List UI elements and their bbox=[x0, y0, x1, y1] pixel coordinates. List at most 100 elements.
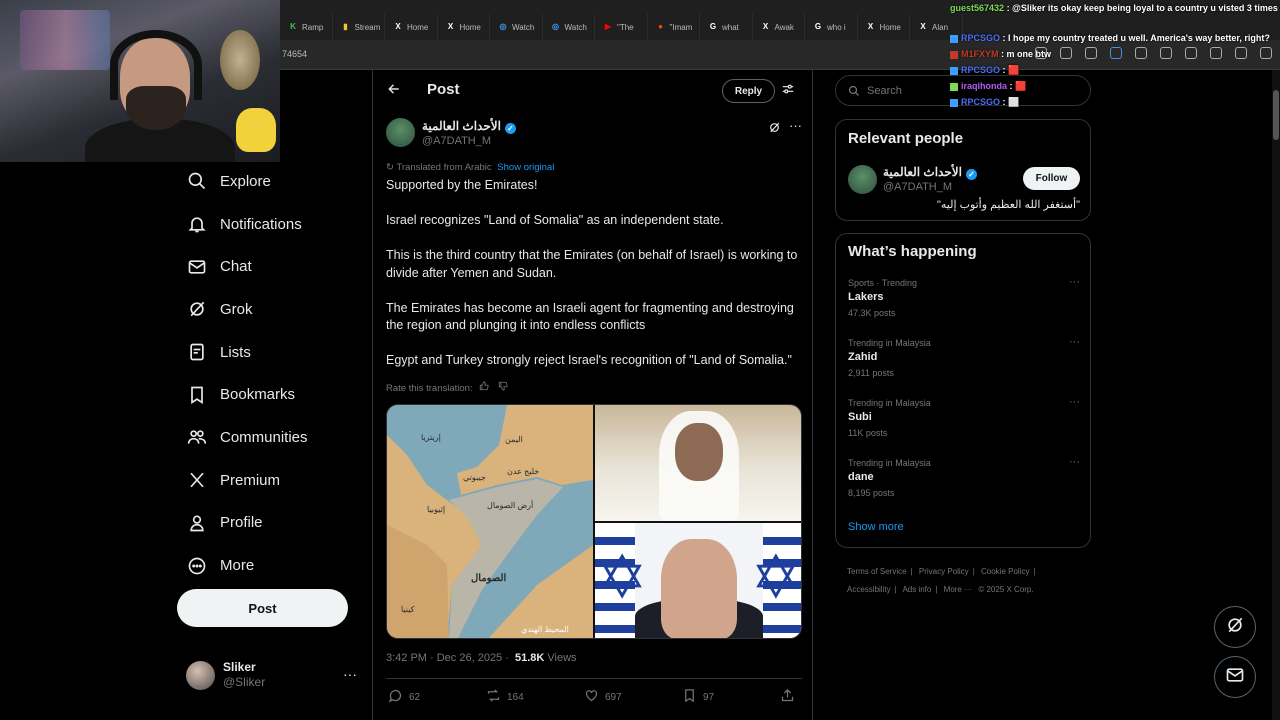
post-column: Post Reply الأحداث العالمية ✓ @A7DATH_M ·… bbox=[372, 70, 813, 720]
thumbs-up-icon[interactable] bbox=[479, 381, 492, 394]
post-button[interactable]: Post bbox=[177, 589, 348, 627]
thumbs-down-icon[interactable] bbox=[498, 381, 508, 394]
browser-tab[interactable]: ● "Imam bbox=[648, 14, 700, 40]
show-more-link[interactable]: Show more bbox=[848, 521, 904, 533]
privacy-link[interactable]: Privacy Policy bbox=[919, 567, 969, 576]
person-avatar[interactable] bbox=[848, 165, 877, 194]
reply-button[interactable]: Reply bbox=[722, 79, 775, 103]
nav-item-more[interactable]: More bbox=[178, 544, 358, 587]
more-icon[interactable]: ··· bbox=[789, 118, 802, 133]
grok-fab[interactable] bbox=[1214, 606, 1256, 648]
more-icon[interactable]: ··· bbox=[1069, 396, 1080, 408]
nav-item-profile[interactable]: Profile bbox=[178, 502, 358, 545]
browser-tab[interactable]: X Awak bbox=[753, 14, 805, 40]
account-switcher[interactable]: Sliker @Sliker ··· bbox=[186, 658, 361, 692]
browser-tab[interactable]: X Home bbox=[438, 14, 490, 40]
rate-translation: Rate this translation: bbox=[386, 381, 508, 394]
post-text: Supported by the Emirates! Israel recogn… bbox=[386, 177, 806, 387]
sliders-icon[interactable] bbox=[781, 82, 795, 99]
x-favicon-icon: X bbox=[447, 22, 454, 31]
browser-tab[interactable]: X Home bbox=[858, 14, 910, 40]
webcam-shelf bbox=[20, 10, 110, 70]
post-media[interactable]: اليمن إريتريا خليج عدن جيبوتي أرض الصوما… bbox=[386, 404, 802, 639]
reply-action[interactable]: 62 bbox=[388, 688, 420, 706]
x-favicon-icon: X bbox=[395, 22, 401, 31]
nav-item-grok[interactable]: Grok bbox=[178, 288, 358, 331]
author-avatar[interactable] bbox=[386, 118, 415, 147]
back-arrow-icon[interactable] bbox=[387, 82, 401, 100]
post-paragraph: This is the third country that the Emira… bbox=[386, 248, 798, 280]
share-action[interactable] bbox=[780, 688, 795, 706]
url-text[interactable]: 74654 bbox=[282, 49, 307, 59]
post-timestamp[interactable]: 3:42 PM · Dec 26, 2025 · bbox=[386, 652, 509, 664]
watch-favicon-icon: ◎ bbox=[552, 22, 559, 31]
ads-link[interactable]: Ads info bbox=[902, 585, 931, 594]
person-name[interactable]: الأحداث العالمية ✓ bbox=[883, 165, 977, 180]
like-action[interactable]: 697 bbox=[584, 688, 622, 706]
account-name: Sliker bbox=[223, 660, 256, 674]
grok-icon bbox=[1225, 615, 1245, 640]
trend-item[interactable]: Sports · Trending Lakers 47.3K posts ··· bbox=[848, 276, 1080, 334]
show-original-link[interactable]: Show original bbox=[497, 162, 554, 173]
nav-item-premium[interactable]: Premium bbox=[178, 459, 358, 502]
more-icon[interactable]: ··· bbox=[343, 666, 357, 682]
chat-text: : bbox=[1009, 81, 1013, 91]
nav-label: Lists bbox=[220, 343, 251, 361]
browser-tab[interactable]: ▶ "The bbox=[595, 14, 648, 40]
nav-item-explore[interactable]: Explore bbox=[178, 160, 358, 203]
browser-tab[interactable]: ◎ Watch bbox=[490, 14, 543, 40]
watch-favicon-icon: ◎ bbox=[499, 22, 507, 31]
photo-leader-1[interactable] bbox=[595, 405, 801, 521]
map-image[interactable]: اليمن إريتريا خليج عدن جيبوتي أرض الصوما… bbox=[387, 405, 593, 638]
browser-tab[interactable]: Gwho i bbox=[805, 14, 858, 40]
subscriber-badge-icon bbox=[950, 50, 958, 59]
heart-icon bbox=[584, 688, 599, 706]
grok-icon[interactable] bbox=[768, 121, 781, 137]
nav-item-chat[interactable]: Chat bbox=[178, 245, 358, 288]
chat-text: : I hope my country treated u well. Amer… bbox=[1002, 33, 1270, 43]
chat-username: RPCSGO bbox=[961, 33, 1001, 43]
chat-message: RPCSGO : I hope my country treated u wel… bbox=[950, 30, 1280, 46]
x-favicon-icon: X bbox=[867, 22, 874, 31]
bookmark-action[interactable]: 97 bbox=[682, 688, 714, 706]
browser-tab[interactable]: X Home bbox=[385, 14, 438, 40]
trend-category: Trending in Malaysia bbox=[848, 398, 931, 408]
more-icon[interactable]: ··· bbox=[1069, 456, 1080, 468]
browser-tab[interactable]: ▮ Stream bbox=[333, 14, 385, 40]
translate-icon: ↻ bbox=[386, 162, 394, 173]
grok-icon bbox=[186, 298, 208, 320]
like-count: 697 bbox=[605, 691, 622, 703]
map-label: أرض الصومال bbox=[487, 501, 534, 510]
trend-item[interactable]: Trending in Malaysia Subi 11K posts ··· bbox=[848, 396, 1080, 454]
more-icon[interactable]: ··· bbox=[1069, 336, 1080, 348]
browser-tab[interactable]: Gwhat bbox=[700, 14, 753, 40]
person-handle[interactable]: @A7DATH_M bbox=[883, 181, 952, 193]
accessibility-link[interactable]: Accessibility bbox=[847, 585, 891, 594]
nav-item-notifications[interactable]: Notifications bbox=[178, 203, 358, 246]
cookie-link[interactable]: Cookie Policy bbox=[981, 567, 1029, 576]
subscriber-badge-icon bbox=[950, 98, 958, 107]
terms-link[interactable]: Terms of Service bbox=[847, 567, 907, 576]
browser-tab[interactable]: K Ramp bbox=[280, 14, 333, 40]
nav-item-lists[interactable]: Lists bbox=[178, 331, 358, 374]
more-link[interactable]: More ··· bbox=[944, 585, 972, 594]
nav-item-communities[interactable]: Communities bbox=[178, 416, 358, 459]
map-label: اليمن bbox=[505, 435, 523, 444]
nav-item-bookmarks[interactable]: Bookmarks bbox=[178, 373, 358, 416]
trend-item[interactable]: Trending in Malaysia dane 8,195 posts ··… bbox=[848, 456, 1080, 514]
subscriber-badge-icon bbox=[950, 82, 958, 91]
trend-item[interactable]: Trending in Malaysia Zahid 2,911 posts ·… bbox=[848, 336, 1080, 394]
post-header: Post Reply bbox=[373, 70, 813, 110]
chat-username: RPCSGO bbox=[961, 97, 1001, 107]
footer-links: Terms of Service | Privacy Policy | Cookie… bbox=[847, 567, 1036, 594]
verified-badge-icon: ✓ bbox=[965, 169, 977, 180]
author-handle[interactable]: @A7DATH_M bbox=[422, 135, 491, 147]
more-icon[interactable]: ··· bbox=[1069, 276, 1080, 288]
photo-leader-2[interactable]: ✡ ✡ bbox=[595, 523, 801, 638]
author-name[interactable]: الأحداث العالمية ✓ bbox=[422, 119, 516, 134]
repost-action[interactable]: 164 bbox=[486, 688, 524, 706]
browser-tab[interactable]: ◎ Watch bbox=[543, 14, 595, 40]
messages-fab[interactable] bbox=[1214, 656, 1256, 698]
follow-button[interactable]: Follow bbox=[1023, 167, 1080, 190]
scrollbar[interactable] bbox=[1272, 70, 1280, 720]
